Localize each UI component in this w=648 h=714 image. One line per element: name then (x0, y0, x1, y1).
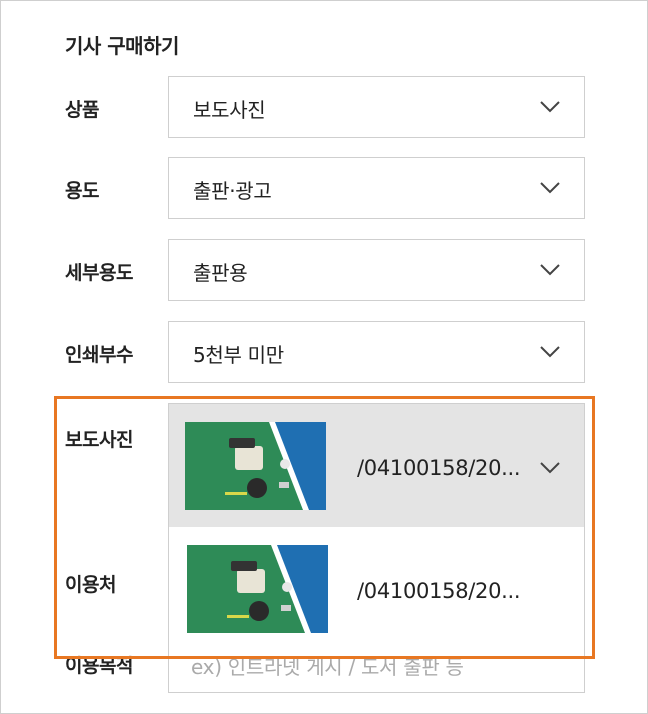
photo-selected-text: /04100158/20... (357, 456, 521, 480)
chevron-down-icon (540, 182, 560, 194)
photo-option-text: /04100158/20... (357, 579, 521, 603)
detail-usage-label: 세부용도 (65, 262, 133, 284)
purpose-placeholder: ex) 인트라넷 게시 / 도서 출판 등 (191, 655, 464, 679)
photo-dropdown[interactable]: /04100158/20... /04100158/20... (168, 403, 585, 657)
photo-selected[interactable]: /04100158/20... (169, 404, 584, 527)
purpose-label: 이용목적 (65, 655, 133, 677)
page-title: 기사 구매하기 (65, 34, 179, 58)
usage-value: 출판·광고 (193, 179, 272, 203)
detail-usage-select[interactable]: 출판용 (168, 239, 585, 301)
product-select[interactable]: 보도사진 (168, 76, 585, 138)
purpose-input[interactable]: ex) 인트라넷 게시 / 도서 출판 등 (168, 655, 585, 693)
print-count-select[interactable]: 5천부 미만 (168, 321, 585, 383)
product-label: 상품 (65, 99, 99, 121)
usage-select[interactable]: 출판·광고 (168, 157, 585, 219)
chevron-down-icon (540, 346, 560, 358)
chevron-down-icon (540, 264, 560, 276)
photo-label: 보도사진 (65, 429, 133, 451)
photo-thumbnail-icon (185, 422, 326, 510)
chevron-down-icon (540, 462, 560, 474)
print-count-label: 인쇄부수 (65, 344, 133, 366)
usage-label: 용도 (65, 180, 99, 202)
product-value: 보도사진 (193, 98, 266, 122)
chevron-down-icon (540, 101, 560, 113)
photo-thumbnail-icon (187, 545, 328, 633)
print-count-value: 5천부 미만 (193, 343, 284, 367)
detail-usage-value: 출판용 (193, 261, 248, 285)
licensee-label: 이용처 (65, 574, 116, 596)
photo-option[interactable]: /04100158/20... (169, 527, 584, 645)
